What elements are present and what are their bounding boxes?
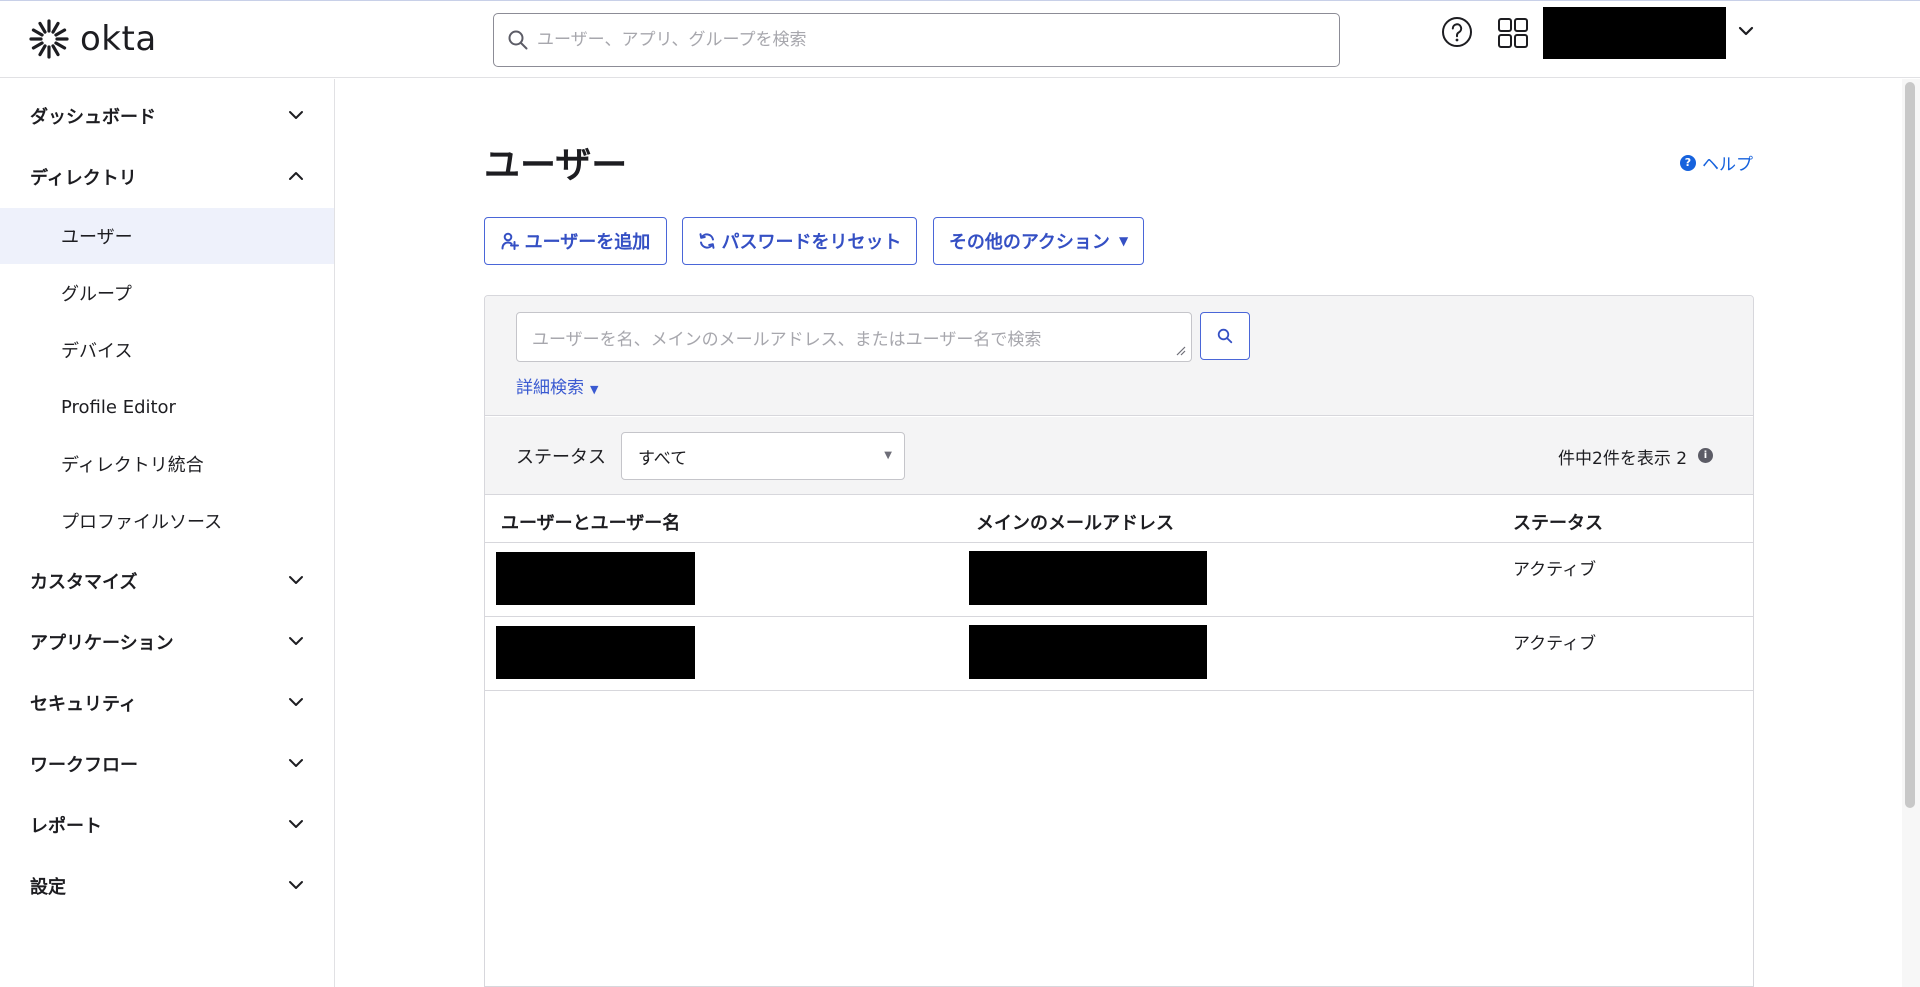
resize-handle-icon[interactable]: [1176, 346, 1186, 356]
redacted-email: [969, 625, 1207, 679]
apps-grid-icon[interactable]: [1497, 17, 1529, 49]
chevron-down-icon[interactable]: [1738, 25, 1754, 37]
redacted-email: [969, 551, 1207, 605]
column-header-user[interactable]: ユーザーとユーザー名: [501, 509, 680, 535]
okta-logo[interactable]: okta: [29, 19, 157, 59]
advanced-search-label: 詳細検索: [516, 378, 584, 398]
sidebar-section-label: セキュリティ: [30, 694, 137, 715]
okta-sunburst-logo-icon: [29, 19, 69, 59]
scrollbar-thumb[interactable]: [1905, 82, 1915, 808]
sidebar-section-label: カスタマイズ: [30, 572, 138, 593]
more-actions-label: その他のアクション: [948, 232, 1110, 253]
advanced-search-toggle[interactable]: 詳細検索 ▼: [516, 373, 598, 398]
sidebar-item-profile-sources[interactable]: プロファイルソース: [0, 493, 334, 549]
sidebar-item-directory-integrations[interactable]: ディレクトリ統合: [0, 436, 334, 492]
chevron-up-icon: [289, 172, 303, 180]
help-link-label: ヘルプ: [1702, 155, 1753, 175]
sidebar-section-settings[interactable]: 設定: [0, 866, 334, 906]
user-status: アクティブ: [1513, 634, 1597, 654]
sidebar-item-profile-editor[interactable]: Profile Editor: [0, 379, 334, 435]
add-person-icon: [501, 232, 519, 250]
sidebar-section-reports[interactable]: レポート: [0, 805, 334, 845]
logo-text: okta: [80, 19, 157, 59]
chevron-down-icon: [289, 881, 303, 889]
sidebar-section-applications[interactable]: アプリケーション: [0, 622, 334, 662]
help-link[interactable]: ? ヘルプ: [1680, 150, 1753, 175]
reset-password-label: パスワードをリセット: [721, 232, 902, 253]
caret-down-icon: ▼: [884, 450, 892, 461]
sidebar-item-label: デバイス: [61, 341, 133, 362]
chevron-down-icon: [289, 637, 303, 645]
sidebar-section-label: ワークフロー: [30, 755, 138, 776]
global-search-input[interactable]: [537, 30, 1317, 50]
chevron-down-icon: [289, 820, 303, 828]
help-icon[interactable]: [1441, 16, 1473, 48]
sidebar-section-label: ディレクトリ: [30, 168, 137, 189]
sidebar-item-label: ユーザー: [61, 227, 133, 248]
add-user-label: ユーザーを追加: [524, 232, 651, 253]
user-search-button[interactable]: [1200, 312, 1250, 360]
caret-down-icon: ▼: [1118, 234, 1129, 248]
sidebar-section-label: レポート: [30, 816, 102, 837]
sidebar-section-workflow[interactable]: ワークフロー: [0, 744, 334, 784]
redacted-user-name[interactable]: [496, 626, 695, 679]
sidebar-item-label: プロファイルソース: [61, 512, 223, 533]
sidebar-item-users[interactable]: ユーザー: [0, 208, 334, 264]
user-menu-redacted[interactable]: [1543, 7, 1726, 59]
chevron-down-icon: [289, 576, 303, 584]
column-header-status[interactable]: ステータス: [1513, 509, 1603, 535]
user-status: アクティブ: [1513, 560, 1597, 580]
status-filter-value: すべて: [638, 448, 688, 469]
reset-password-button[interactable]: パスワードをリセット: [682, 217, 917, 265]
table-header: ユーザーとユーザー名 メインのメールアドレス ステータス: [485, 496, 1753, 543]
refresh-icon: [698, 232, 716, 250]
user-search-input[interactable]: [517, 313, 1191, 361]
sidebar-section-label: 設定: [30, 877, 66, 898]
status-filter-bar: ステータス すべて ▼ 件中2件を表示 2 i: [485, 417, 1753, 495]
add-user-button[interactable]: ユーザーを追加: [484, 217, 667, 265]
redacted-user-name[interactable]: [496, 552, 695, 605]
search-area: 詳細検索 ▼: [485, 296, 1753, 416]
chevron-down-icon: [289, 759, 303, 767]
sidebar-item-label: グループ: [61, 284, 132, 305]
sidebar-section-security[interactable]: セキュリティ: [0, 683, 334, 723]
status-filter-label: ステータス: [516, 447, 606, 468]
chevron-down-icon: [289, 111, 303, 119]
search-icon: [508, 30, 528, 50]
column-header-email[interactable]: メインのメールアドレス: [976, 509, 1174, 535]
status-filter-select[interactable]: すべて ▼: [621, 432, 905, 480]
sidebar-section-customizations[interactable]: カスタマイズ: [0, 561, 334, 601]
sidebar-item-label: Profile Editor: [61, 396, 176, 418]
sidebar-item-devices[interactable]: デバイス: [0, 322, 334, 378]
info-icon[interactable]: i: [1698, 448, 1713, 463]
sidebar-item-label: ディレクトリ統合: [61, 455, 204, 476]
users-panel: 詳細検索 ▼ ステータス すべて ▼ 件中2件を表示 2 i ユーザーとユーザー名…: [484, 295, 1754, 987]
sidebar-nav: ダッシュボード ディレクトリ ユーザー グループ デバイス Profile Ed…: [0, 79, 335, 987]
help-question-icon: ?: [1680, 154, 1696, 171]
sidebar-section-label: アプリケーション: [30, 633, 174, 654]
global-search-box[interactable]: [493, 13, 1340, 67]
page-title: ユーザー: [484, 145, 628, 186]
table-row[interactable]: アクティブ: [485, 617, 1753, 691]
sidebar-section-label: ダッシュボード: [30, 107, 156, 128]
user-search-box[interactable]: [516, 312, 1192, 362]
more-actions-button[interactable]: その他のアクション ▼: [933, 217, 1144, 265]
search-icon: [1217, 328, 1233, 344]
top-header: okta: [0, 1, 1920, 78]
sidebar-section-directory[interactable]: ディレクトリ: [0, 157, 334, 197]
caret-down-icon: ▼: [590, 383, 599, 396]
sidebar-section-dashboard[interactable]: ダッシュボード: [0, 96, 334, 136]
sidebar-item-groups[interactable]: グループ: [0, 265, 334, 321]
chevron-down-icon: [289, 698, 303, 706]
table-row[interactable]: アクティブ: [485, 543, 1753, 617]
result-count: 件中2件を表示 2: [1558, 449, 1688, 469]
